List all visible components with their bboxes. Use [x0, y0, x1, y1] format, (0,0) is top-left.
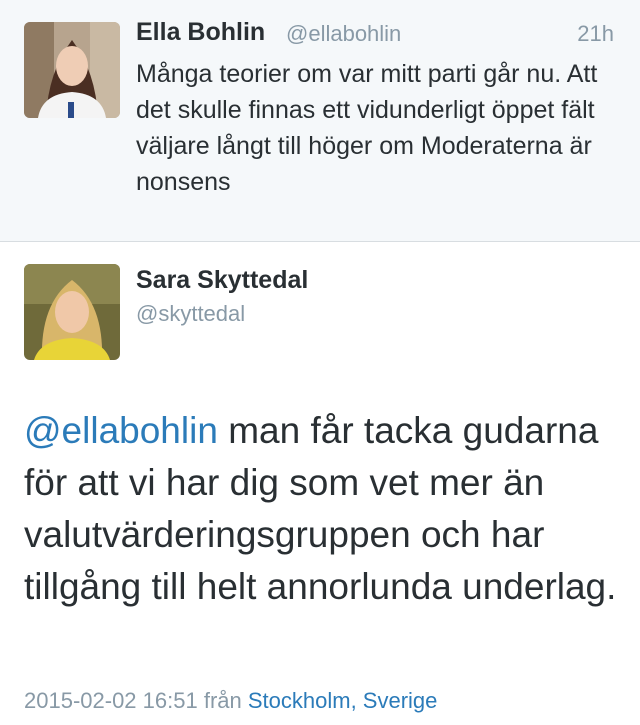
- tweet-text: @ellabohlin man får tacka gudarna för at…: [24, 405, 624, 613]
- tweet-timestamp: 2015-02-02 16:51: [24, 688, 198, 713]
- author-name[interactable]: Ella Bohlin: [136, 18, 265, 47]
- avatar[interactable]: [24, 22, 120, 118]
- from-label: från: [203, 688, 242, 713]
- tweet-text: Många teorier om var mitt parti går nu. …: [136, 60, 598, 196]
- reply-to-tweet[interactable]: Ella Bohlin @ellabohlin 21h Många teorie…: [0, 0, 640, 242]
- avatar[interactable]: [24, 264, 120, 360]
- mention-link[interactable]: @ellabohlin: [24, 410, 218, 451]
- avatar-photo-icon: [24, 264, 120, 360]
- location-link[interactable]: Stockholm, Sverige: [248, 688, 438, 713]
- author-handle[interactable]: @skyttedal: [136, 301, 245, 327]
- avatar-photo-icon: [24, 22, 120, 118]
- tweet-time: 21h: [577, 21, 614, 46]
- author-name[interactable]: Sara Skyttedal: [136, 266, 308, 295]
- tweet-meta: 2015-02-02 16:51 från Stockholm, Sverige: [24, 688, 437, 714]
- author-handle[interactable]: @ellabohlin: [286, 21, 401, 47]
